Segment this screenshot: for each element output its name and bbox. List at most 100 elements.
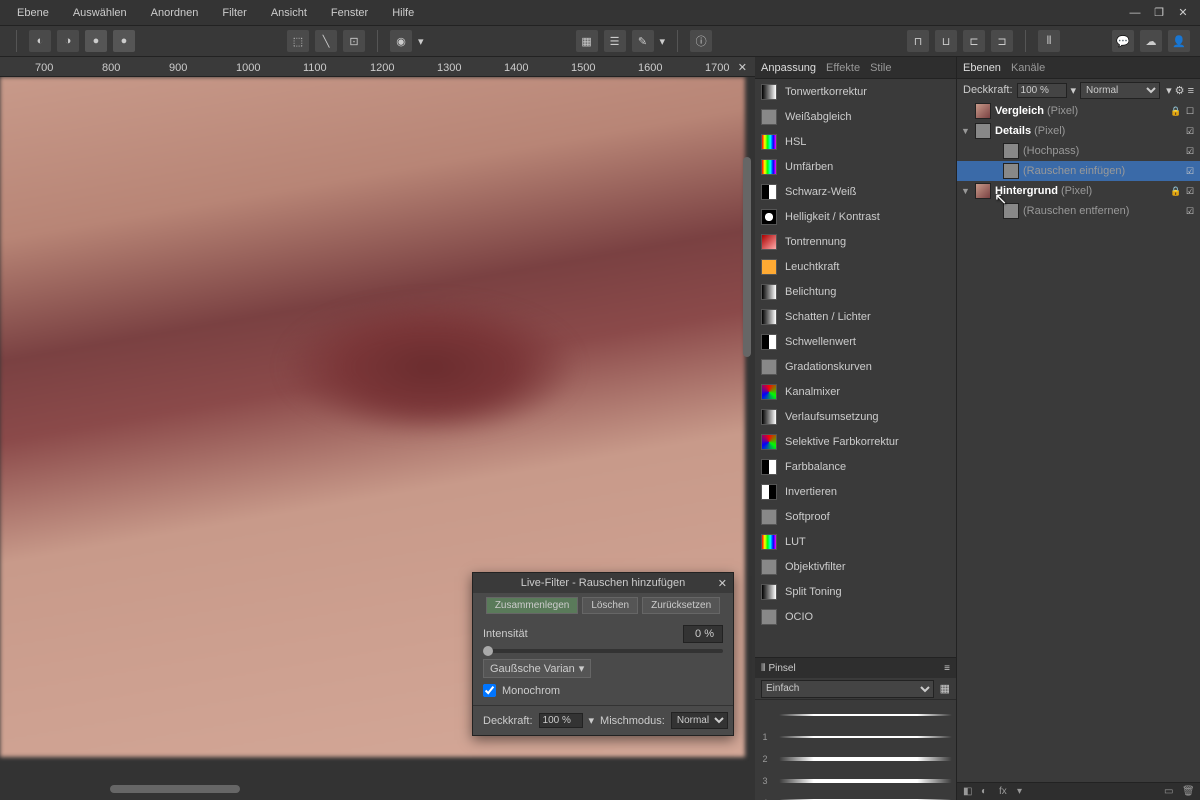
toolbar-blend-icon[interactable]: ◐ [29,30,51,52]
toolbar-contrast-icon[interactable]: ◑ [57,30,79,52]
variant-dropdown[interactable]: Gaußsche Varian▾ [483,659,591,678]
toolbar-cloud-icon[interactable]: ☁ [1140,30,1162,52]
dialog-blend-select[interactable]: Normal [671,712,728,729]
adjustment-item[interactable]: OCIO [755,604,956,629]
toolbar-align2-icon[interactable]: ⊔ [935,30,957,52]
adjustment-item[interactable]: Verlaufsumsetzung [755,404,956,429]
toolbar-user-icon[interactable]: 👤 [1168,30,1190,52]
toolbar-align3-icon[interactable]: ⊏ [963,30,985,52]
toolbar-crop-icon[interactable]: ⊡ [343,30,365,52]
adjustment-item[interactable]: Tonwertkorrektur [755,79,956,104]
dialog-opacity-input[interactable] [539,713,583,728]
adjustment-item[interactable]: Umfärben [755,154,956,179]
adjustment-item[interactable]: Farbbalance [755,454,956,479]
toolbar-pen-icon[interactable]: ✎ [632,30,654,52]
lock-icon[interactable]: 🔒 [1170,106,1180,117]
layer-options-icon[interactable]: ▾ ⚙ ≡ [1166,84,1194,97]
toolbar-dropdown-icon[interactable]: ▾ [418,35,424,48]
intensity-slider[interactable] [483,649,723,653]
toolbar-dropdown-icon[interactable]: ▾ [660,35,666,48]
adjustment-item[interactable]: Invertieren [755,479,956,504]
layer-fx-icon[interactable]: fx [999,786,1011,798]
layer-down-icon[interactable]: ▾ [1017,786,1029,798]
menu-hilfe[interactable]: Hilfe [380,3,426,23]
tab-anpassung[interactable]: Anpassung [761,62,816,74]
layer-row[interactable]: (Hochpass)☑ [957,141,1200,161]
adjustment-item[interactable]: Helligkeit / Kontrast [755,204,956,229]
toolbar-chat-icon[interactable]: 💬 [1112,30,1134,52]
delete-button[interactable]: Löschen [582,597,638,614]
menu-ebene[interactable]: Ebene [5,3,61,23]
adjustment-item[interactable]: Schwarz-Weiß [755,179,956,204]
adjustment-item[interactable]: Schwellenwert [755,329,956,354]
dialog-close-button[interactable]: ✕ [718,577,727,590]
layer-visibility-checkbox[interactable]: ☑ [1184,145,1196,157]
adjustment-item[interactable]: Objektivfilter [755,554,956,579]
maximize-button[interactable]: ❐ [1152,6,1166,20]
adjustment-item[interactable]: Tontrennung [755,229,956,254]
layer-row[interactable]: Vergleich (Pixel)🔒☐ [957,101,1200,121]
toolbar-dot-icon[interactable]: ● [113,30,135,52]
toolbar-circle-icon[interactable]: ● [85,30,107,52]
toolbar-list-icon[interactable]: ☰ [604,30,626,52]
brush-row[interactable] [759,704,952,726]
adjustment-item[interactable]: Softproof [755,504,956,529]
brush-row[interactable]: 3 [759,770,952,792]
toolbar-line-icon[interactable]: ╲ [315,30,337,52]
brush-panel-menu-icon[interactable]: ≡ [944,663,950,674]
brush-grid-icon[interactable]: ▦ [940,682,950,695]
layer-visibility-checkbox[interactable]: ☑ [1184,185,1196,197]
layer-row[interactable]: (Rauschen entfernen)☑ [957,201,1200,221]
brush-row[interactable]: 4 [759,792,952,800]
brush-mode-select[interactable]: Einfach [761,680,934,698]
adjustment-item[interactable]: Kanalmixer [755,379,956,404]
toolbar-info-icon[interactable]: ⓘ [690,30,712,52]
layer-add-icon[interactable]: ▭ [1164,786,1176,798]
brush-row[interactable]: 1 [759,726,952,748]
menu-auswählen[interactable]: Auswählen [61,3,139,23]
toolbar-arrange-icon[interactable]: ⫴ [1038,30,1060,52]
merge-button[interactable]: Zusammenlegen [486,597,578,614]
opacity-input[interactable] [1017,83,1067,98]
layer-row[interactable]: ▼Hintergrund (Pixel)🔒☑ [957,181,1200,201]
tab-stile[interactable]: Stile [870,62,891,74]
close-tab-button[interactable]: ✕ [738,61,747,74]
toolbar-align1-icon[interactable]: ⊓ [907,30,929,52]
adjustment-item[interactable]: Split Toning [755,579,956,604]
tab-effekte[interactable]: Effekte [826,62,860,74]
layer-mask-icon[interactable]: ◧ [963,786,975,798]
layer-adjust-icon[interactable]: ◐ [981,786,993,798]
toolbar-select-icon[interactable]: ⬚ [287,30,309,52]
brush-row[interactable]: 2 [759,748,952,770]
scrollbar-horizontal[interactable] [110,785,240,793]
chevron-down-icon[interactable]: ▾ [589,714,595,727]
layer-visibility-checkbox[interactable]: ☐ [1184,105,1196,117]
blend-mode-select[interactable]: Normal [1080,82,1160,99]
adjustment-item[interactable]: Leuchtkraft [755,254,956,279]
toolbar-mask-icon[interactable]: ◉ [390,30,412,52]
toolbar-align4-icon[interactable]: ⊐ [991,30,1013,52]
layer-row[interactable]: ▼Details (Pixel)☑ [957,121,1200,141]
adjustment-item[interactable]: LUT [755,529,956,554]
layer-visibility-checkbox[interactable]: ☑ [1184,165,1196,177]
adjustment-item[interactable]: HSL [755,129,956,154]
layer-visibility-checkbox[interactable]: ☑ [1184,205,1196,217]
monochrome-checkbox[interactable] [483,684,496,697]
opacity-dropdown-icon[interactable]: ▾ [1071,84,1077,97]
adjustment-item[interactable]: Weißabgleich [755,104,956,129]
adjustment-item[interactable]: Selektive Farbkorrektur [755,429,956,454]
tab-kanaele[interactable]: Kanäle [1011,62,1045,74]
menu-filter[interactable]: Filter [210,3,258,23]
layer-row[interactable]: (Rauschen einfügen)☑ [957,161,1200,181]
layer-visibility-checkbox[interactable]: ☑ [1184,125,1196,137]
toolbar-grid-icon[interactable]: ▦ [576,30,598,52]
reset-button[interactable]: Zurücksetzen [642,597,720,614]
adjustment-item[interactable]: Gradationskurven [755,354,956,379]
adjustment-item[interactable]: Schatten / Lichter [755,304,956,329]
tab-ebenen[interactable]: Ebenen [963,62,1001,74]
lock-icon[interactable]: 🔒 [1170,186,1180,197]
intensity-value[interactable]: 0 % [683,625,723,643]
scrollbar-vertical[interactable] [743,157,751,357]
minimize-button[interactable]: ― [1128,6,1142,20]
menu-fenster[interactable]: Fenster [319,3,380,23]
